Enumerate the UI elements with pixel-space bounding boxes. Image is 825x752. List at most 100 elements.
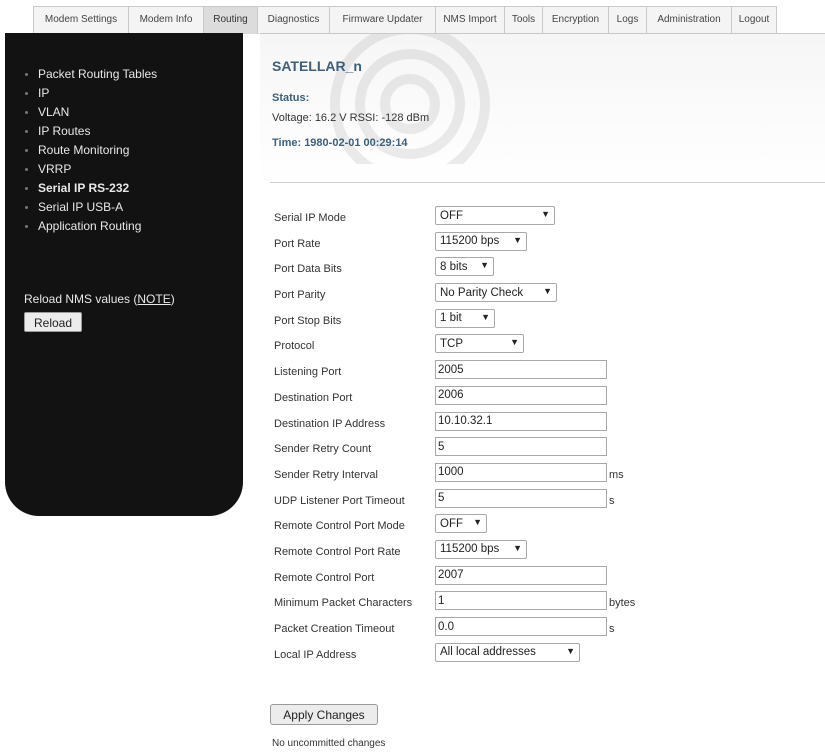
- reload-button[interactable]: Reload: [24, 312, 82, 332]
- field-label: Sender Retry Interval: [274, 468, 378, 481]
- port-rate-select[interactable]: 115200 bps ▼: [435, 231, 527, 251]
- sidebar-item-route-monitoring[interactable]: Route Monitoring: [25, 141, 157, 160]
- unit-label: bytes: [609, 597, 636, 610]
- sidebar-item-serial-ip-rs-232[interactable]: Serial IP RS-232: [25, 179, 157, 198]
- status-label: Status:: [272, 92, 310, 104]
- dropdown-arrow-icon: ▼: [513, 234, 522, 245]
- field-label: Port Rate: [274, 237, 321, 250]
- reload-nms-label: Reload NMS values (: [24, 292, 138, 306]
- field-label: Port Data Bits: [274, 263, 342, 276]
- remote-control-port-rate-select[interactable]: 115200 bps ▼: [435, 539, 527, 559]
- sidebar-item-label: VLAN: [38, 105, 70, 119]
- protocol-select[interactable]: TCP ▼: [435, 334, 524, 354]
- udp-listener-port-timeout-input[interactable]: [435, 488, 607, 508]
- dropdown-arrow-icon: ▼: [510, 337, 519, 348]
- field-label: Remote Control Port Mode: [274, 520, 405, 533]
- sender-retry-count-input[interactable]: [435, 437, 607, 457]
- sidebar-item-application-routing[interactable]: Application Routing: [25, 217, 157, 236]
- sidebar-item-label: Application Routing: [38, 219, 142, 233]
- unit-label: s: [609, 623, 615, 635]
- field-label: Local IP Address: [274, 648, 357, 661]
- minimum-packet-characters-input[interactable]: [435, 591, 607, 611]
- bullet-icon: [25, 206, 28, 209]
- field-label: Packet Creation Timeout: [274, 623, 395, 635]
- sidebar-nav: Packet Routing Tables IP VLAN IP Routes Rout…: [25, 65, 157, 236]
- select-value: 1 bit: [440, 312, 462, 325]
- port-parity-select[interactable]: No Parity Check ▼: [435, 283, 557, 303]
- sidebar-item-label: Packet Routing Tables: [38, 67, 158, 81]
- apply-changes-button[interactable]: Apply Changes: [270, 704, 378, 725]
- field-label: Port Parity: [274, 289, 326, 302]
- port-stop-bits-select[interactable]: 1 bit ▼: [435, 308, 495, 328]
- remote-control-port-input[interactable]: [435, 565, 607, 585]
- sidebar-item-vlan[interactable]: VLAN: [25, 103, 157, 122]
- bullet-icon: [25, 225, 28, 228]
- field-label: Sender Retry Count: [274, 443, 372, 456]
- reload-nms-label-end: ): [170, 292, 175, 306]
- sidebar-item-ip[interactable]: IP: [25, 84, 157, 103]
- dropdown-arrow-icon: ▼: [480, 260, 489, 271]
- dropdown-arrow-icon: ▼: [473, 517, 482, 528]
- commit-status-text: No uncommitted changes: [272, 738, 386, 749]
- field-label: Listening Port: [274, 366, 342, 379]
- sender-retry-interval-input[interactable]: [435, 462, 607, 482]
- remote-control-port-mode-select[interactable]: OFF ▼: [435, 514, 487, 534]
- tab-logs[interactable]: Logs: [608, 6, 647, 34]
- local-ip-address-select[interactable]: All local addresses ▼: [435, 642, 580, 662]
- field-label: Port Stop Bits: [274, 314, 342, 327]
- sidebar-item-vrrp[interactable]: VRRP: [25, 160, 157, 179]
- packet-creation-timeout-input[interactable]: [435, 617, 607, 636]
- port-data-bits-select[interactable]: 8 bits ▼: [435, 257, 494, 277]
- device-time: Time: 1980-02-01 00:29:14: [272, 137, 408, 149]
- bullet-icon: [25, 168, 28, 171]
- sidebar-item-label: Route Monitoring: [38, 143, 130, 157]
- tab-administration[interactable]: Administration: [646, 6, 732, 34]
- tab-routing[interactable]: Routing: [203, 6, 258, 34]
- top-tab-bar: Modem Settings Modem Info Routing Diagnosti…: [33, 6, 777, 34]
- dropdown-arrow-icon: ▼: [543, 286, 552, 297]
- field-label: Destination Port: [274, 391, 353, 404]
- dropdown-arrow-icon: ▼: [566, 645, 575, 656]
- bullet-icon: [25, 187, 28, 190]
- sidebar-item-label: VRRP: [38, 162, 72, 176]
- tab-nms-import[interactable]: NMS Import: [435, 6, 505, 34]
- select-value: No Parity Check: [440, 286, 524, 299]
- tab-encryption[interactable]: Encryption: [542, 6, 609, 34]
- bullet-icon: [25, 92, 28, 95]
- field-label: Minimum Packet Characters: [274, 597, 413, 610]
- tab-tools[interactable]: Tools: [504, 6, 543, 34]
- note-link[interactable]: NOTE: [137, 292, 170, 306]
- sidebar-item-packet-routing-tables[interactable]: Packet Routing Tables: [25, 65, 157, 84]
- device-name: SATELLAR_n: [272, 58, 362, 74]
- bullet-icon: [25, 149, 28, 152]
- field-label: Serial IP Mode: [274, 212, 346, 224]
- serial-ip-mode-select[interactable]: OFF ▼: [435, 206, 555, 225]
- tab-logout[interactable]: Logout: [731, 6, 777, 34]
- status-readout: Voltage: 16.2 V RSSI: -128 dBm: [272, 112, 430, 124]
- select-value: OFF: [440, 517, 463, 530]
- sidebar-item-ip-routes[interactable]: IP Routes: [25, 122, 157, 141]
- dropdown-arrow-icon: ▼: [541, 209, 550, 219]
- tab-firmware-updater[interactable]: Firmware Updater: [329, 6, 436, 34]
- destination-port-input[interactable]: [435, 385, 607, 405]
- tab-modem-settings[interactable]: Modem Settings: [33, 6, 129, 34]
- unit-label: ms: [609, 468, 624, 481]
- listening-port-input[interactable]: [435, 360, 607, 380]
- sidebar-item-label: IP Routes: [38, 124, 91, 138]
- select-value: OFF: [440, 209, 463, 222]
- bullet-icon: [25, 130, 28, 133]
- field-label: UDP Listener Port Timeout: [274, 494, 405, 507]
- field-label: Protocol: [274, 340, 315, 353]
- bullet-icon: [25, 73, 28, 76]
- tab-diagnostics[interactable]: Diagnostics: [257, 6, 330, 34]
- select-value: TCP: [440, 337, 463, 350]
- field-label: Remote Control Port Rate: [274, 545, 401, 558]
- header-area: [260, 34, 825, 184]
- destination-ip-address-input[interactable]: [435, 411, 607, 431]
- reload-nms-text: Reload NMS values (NOTE): [24, 292, 175, 306]
- dropdown-arrow-icon: ▼: [481, 311, 490, 322]
- sidebar-item-serial-ip-usb-a[interactable]: Serial IP USB-A: [25, 198, 157, 217]
- select-value: 115200 bps: [440, 235, 500, 248]
- tab-modem-info[interactable]: Modem Info: [128, 6, 204, 34]
- sidebar-item-label: IP: [38, 86, 50, 100]
